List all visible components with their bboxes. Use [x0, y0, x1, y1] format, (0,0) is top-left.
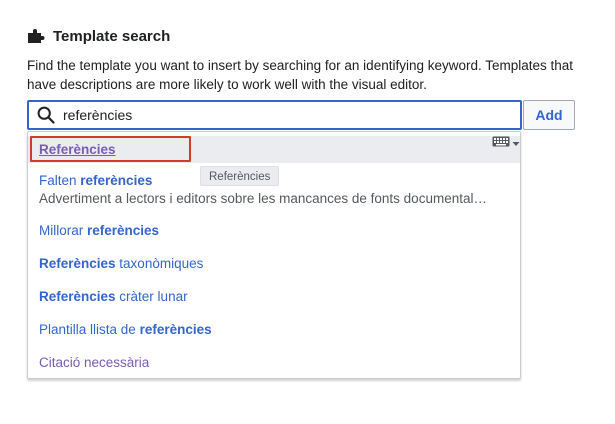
suggestion-item[interactable]: Citació necessària [28, 354, 520, 374]
keyboard-selector[interactable] [492, 135, 524, 151]
suggestion-item[interactable]: Referències [28, 136, 520, 163]
dialog-title: Template search [53, 27, 171, 45]
suggestion-title: Millorar referències [39, 223, 160, 238]
tooltip: Referències [200, 166, 280, 186]
suggestion-title: Citació necessària [39, 355, 150, 370]
suggestion-item[interactable]: Plantilla llista de referències [28, 321, 520, 341]
suggestion-title: Referències cràter lunar [39, 289, 188, 304]
suggestion-title: Plantilla llista de referències [39, 322, 212, 337]
dialog-header: Template search [27, 26, 170, 46]
suggestion-title: Referències taxonòmiques [39, 256, 204, 271]
add-button[interactable]: Add [523, 100, 575, 130]
suggestion-item[interactable]: Referències cràter lunar [28, 288, 520, 308]
template-search-field[interactable] [27, 100, 522, 130]
puzzle-piece-icon [27, 28, 45, 44]
keyboard-icon [492, 134, 510, 152]
suggestion-description: Advertiment a lectors i editors sobre le… [39, 191, 487, 206]
template-search-input[interactable] [59, 103, 483, 127]
dialog-description: Find the template you want to insert by … [27, 58, 574, 92]
suggestion-item[interactable]: Referències taxonòmiques [28, 255, 520, 275]
suggestion-item[interactable]: Millorar referències [28, 222, 520, 242]
suggestion-title: Falten referències [39, 173, 153, 188]
suggestion-title: Referències [39, 142, 116, 157]
search-icon [33, 102, 59, 128]
chevron-down-icon [512, 134, 520, 152]
